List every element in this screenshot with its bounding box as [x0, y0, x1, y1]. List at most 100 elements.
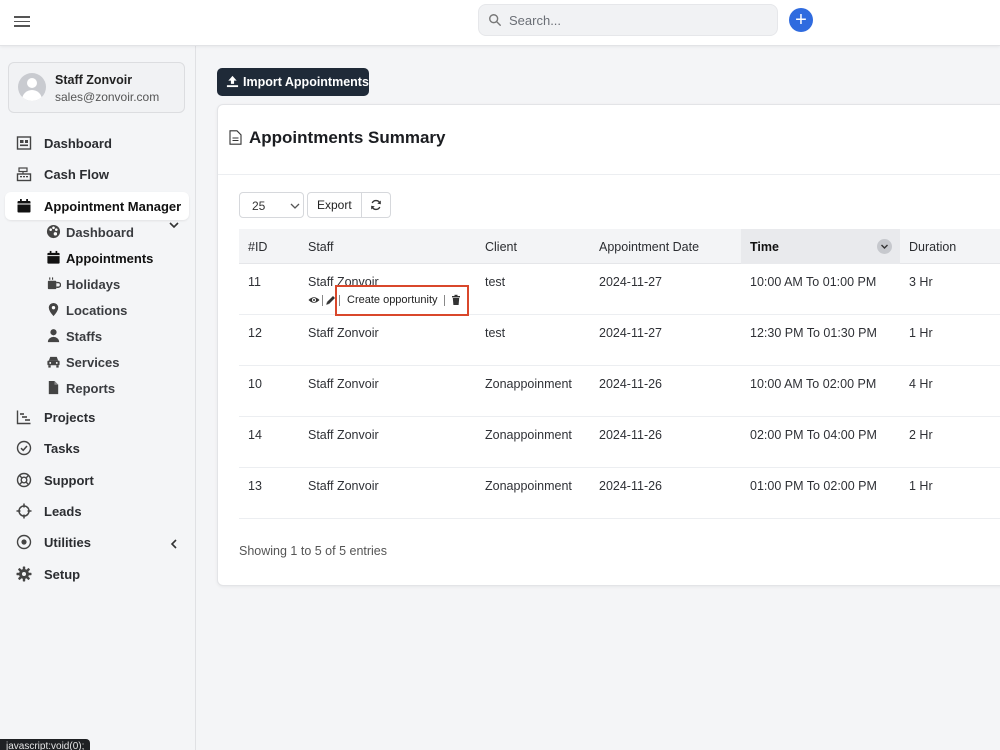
column-header-appointment-date[interactable]: Appointment Date [599, 240, 699, 254]
calendar-icon [47, 250, 60, 264]
sidebar-item-appointment-manager[interactable]: Appointment Manager [5, 192, 189, 220]
cell-client: test [485, 275, 506, 289]
sidebar-item-label: Cash Flow [44, 167, 110, 182]
cell-staff: Staff Zonvoir [308, 326, 379, 340]
cash-register-icon [16, 167, 32, 182]
sidebar-subitem-label: Staffs [66, 329, 103, 344]
status-bar-link: javascript:void(0); [0, 739, 91, 750]
check-circle-icon [16, 440, 32, 456]
refresh-button[interactable] [361, 192, 391, 218]
sidebar-subitem-services[interactable]: Services [0, 351, 196, 373]
user-icon [47, 329, 60, 343]
sidebar-item-label: Utilities [44, 535, 91, 550]
table-row[interactable]: 14 Staff Zonvoir Zonappoinment 2024-11-2… [239, 417, 1000, 468]
sidebar-subitem-staffs[interactable]: Staffs [0, 325, 196, 347]
table-row[interactable]: 13 Staff Zonvoir Zonappoinment 2024-11-2… [239, 468, 1000, 519]
column-header-duration[interactable]: Duration [909, 240, 956, 254]
file-icon [48, 380, 59, 395]
sidebar-item-label: Dashboard [44, 136, 112, 151]
table-buttons: Export [307, 192, 391, 218]
sidebar-subitem-reports[interactable]: Reports [0, 377, 196, 399]
page-size-select[interactable]: 25 [239, 192, 304, 218]
sidebar-item-utilities[interactable]: Utilities [0, 529, 196, 555]
sidebar-item-label: Appointment Manager [44, 199, 182, 214]
sidebar-subitem-label: Holidays [66, 277, 121, 292]
cell-date: 2024-11-26 [599, 428, 663, 442]
import-appointments-button[interactable]: Import Appointments [217, 68, 369, 96]
sidebar-item-support[interactable]: Support [0, 467, 196, 493]
sidebar-item-cash-flow[interactable]: Cash Flow [0, 161, 196, 187]
sidebar-item-label: Setup [44, 567, 81, 582]
sidebar-item-label: Projects [44, 410, 96, 425]
sidebar-subitem-locations[interactable]: Locations [0, 299, 196, 321]
search-input[interactable] [509, 5, 769, 35]
chevron-left-icon[interactable] [168, 538, 180, 550]
sidebar-item-leads[interactable]: Leads [0, 498, 196, 524]
search-icon [489, 14, 501, 26]
highlight-box [335, 285, 469, 316]
table-row[interactable]: 10 Staff Zonvoir Zonappoinment 2024-11-2… [239, 366, 1000, 417]
sidebar-item-setup[interactable]: Setup [0, 561, 196, 587]
cell-duration: 1 Hr [909, 479, 933, 493]
cell-duration: 4 Hr [909, 377, 933, 391]
cell-client: Zonappoinment [485, 428, 572, 442]
table-row[interactable]: 11 Staff Zonvoir test 2024-11-27 10:00 A… [239, 264, 1000, 316]
cell-time: 12:30 PM To 01:30 PM [750, 326, 877, 340]
sidebar-subitem-label: Appointments [66, 251, 154, 266]
cell-id: 10 [248, 377, 262, 391]
palette-icon [46, 224, 61, 239]
cell-id: 13 [248, 479, 262, 493]
search-box[interactable] [478, 4, 778, 36]
table-header: #ID Staff Client Appointment Date Time D… [239, 229, 1000, 264]
cell-time: 01:00 PM To 02:00 PM [750, 479, 877, 493]
cell-date: 2024-11-27 [599, 326, 663, 340]
add-new-button[interactable]: + [789, 8, 813, 32]
user-name: Staff Zonvoir [55, 73, 133, 87]
page-title: Appointments Summary [249, 128, 446, 147]
cell-staff: Staff Zonvoir [308, 377, 379, 391]
cell-time: 10:00 AM To 01:00 PM [750, 275, 877, 289]
menu-toggle-icon[interactable] [14, 13, 30, 29]
cell-id: 11 [248, 275, 261, 289]
cell-client: Zonappoinment [485, 377, 572, 391]
cell-id: 14 [248, 428, 262, 442]
view-eye-icon[interactable] [308, 294, 320, 306]
gear-icon [16, 566, 32, 582]
sidebar-item-projects[interactable]: Projects [0, 404, 196, 430]
cell-time: 02:00 PM To 04:00 PM [750, 428, 877, 442]
sidebar-item-label: Tasks [44, 441, 80, 456]
sidebar-subitem-dashboard[interactable]: Dashboard [0, 221, 196, 243]
panel-header: Appointments Summary [218, 105, 1000, 175]
sidebar-subitem-label: Dashboard [66, 225, 134, 240]
column-header-time[interactable]: Time [750, 240, 779, 254]
sort-chevron-icon[interactable] [877, 239, 892, 254]
cell-id: 12 [248, 326, 262, 340]
avatar [18, 73, 46, 101]
dot-circle-icon [16, 534, 32, 550]
cell-date: 2024-11-27 [599, 275, 663, 289]
cell-duration: 3 Hr [909, 275, 933, 289]
sidebar-subitem-holidays[interactable]: Holidays [0, 273, 196, 295]
user-email: sales@zonvoir.com [55, 90, 160, 104]
lifebuoy-icon [16, 472, 32, 488]
document-icon [229, 130, 242, 145]
sidebar-item-dashboard[interactable]: Dashboard [0, 130, 196, 156]
column-header-staff[interactable]: Staff [308, 240, 333, 254]
cell-staff: Staff Zonvoir [308, 479, 379, 493]
sidebar-subitem-label: Reports [66, 381, 116, 396]
table-row[interactable]: 12 Staff Zonvoir test 2024-11-27 12:30 P… [239, 315, 1000, 366]
column-header-id[interactable]: #ID [248, 240, 267, 254]
sidebar-item-tasks[interactable]: Tasks [0, 435, 196, 461]
table-info: Showing 1 to 5 of 5 entries [239, 544, 388, 558]
user-card[interactable]: Staff Zonvoir sales@zonvoir.com [8, 62, 185, 113]
sidebar-subitem-appointments[interactable]: Appointments [0, 247, 196, 269]
mug-icon [47, 277, 61, 290]
upload-icon [226, 75, 239, 88]
top-bar: + [0, 0, 1000, 46]
car-icon [47, 356, 60, 368]
cell-duration: 1 Hr [909, 326, 933, 340]
cell-client: Zonappoinment [485, 479, 572, 493]
export-button[interactable]: Export [307, 192, 362, 218]
sidebar-subitem-label: Services [66, 355, 120, 370]
column-header-client[interactable]: Client [485, 240, 517, 254]
